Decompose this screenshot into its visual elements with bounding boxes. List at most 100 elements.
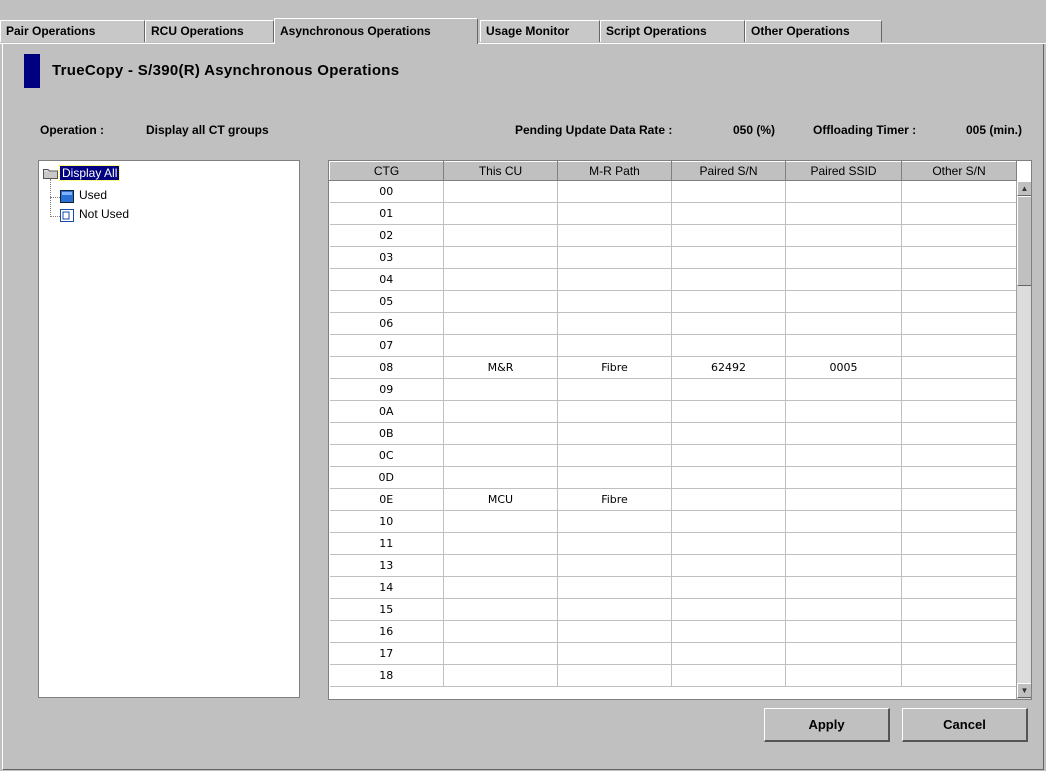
table-cell: M&R (443, 356, 558, 379)
table-cell: 14 (329, 576, 444, 599)
table-cell: 62492 (671, 356, 786, 379)
table-row[interactable]: 02 (329, 224, 1017, 247)
table-row[interactable]: 03 (329, 246, 1017, 269)
used-group-icon (60, 190, 74, 203)
table-cell (671, 400, 786, 423)
table-row[interactable]: 14 (329, 576, 1017, 599)
scrollbar-thumb[interactable] (1017, 196, 1031, 286)
table-row[interactable]: 08 M&R Fibre 62492 0005 (329, 356, 1017, 379)
table-cell (671, 576, 786, 599)
table-cell (785, 180, 902, 203)
table-cell (785, 312, 902, 335)
table-cell: 00 (329, 180, 444, 203)
tree-node-used[interactable]: Used (79, 187, 107, 203)
table-row[interactable]: 05 (329, 290, 1017, 313)
column-header[interactable]: Other S/N (901, 161, 1017, 181)
table-cell: 10 (329, 510, 444, 533)
table-cell (443, 224, 558, 247)
folder-icon (43, 169, 58, 179)
column-header[interactable]: M-R Path (557, 161, 672, 181)
tree-line (50, 216, 60, 217)
table-row[interactable]: 16 (329, 620, 1017, 643)
tab-script-operations[interactable]: Script Operations (600, 20, 745, 42)
column-header[interactable]: CTG (329, 161, 444, 181)
table-cell (785, 202, 902, 225)
table-row[interactable]: 15 (329, 598, 1017, 621)
table-row[interactable]: 17 (329, 642, 1017, 665)
table-cell (901, 334, 1017, 357)
table-cell: 02 (329, 224, 444, 247)
pending-rate-value: 050 (%) (733, 123, 776, 137)
table-cell: 16 (329, 620, 444, 643)
table-cell (443, 312, 558, 335)
table-row[interactable]: 0C (329, 444, 1017, 467)
table-cell (557, 268, 672, 291)
table-row[interactable]: 0E MCU Fibre (329, 488, 1017, 511)
table-cell: Fibre (557, 356, 672, 379)
table-cell (671, 620, 786, 643)
cancel-button[interactable]: Cancel (902, 708, 1028, 742)
tree-node-display-all[interactable]: Display All (58, 165, 121, 181)
table-cell (443, 334, 558, 357)
table-cell (443, 510, 558, 533)
table-cell: 11 (329, 532, 444, 555)
table-row[interactable]: 07 (329, 334, 1017, 357)
scroll-down-arrow-icon[interactable]: ▼ (1017, 683, 1031, 698)
ct-group-tree[interactable]: Display All Used Not Used (38, 160, 300, 698)
tab-asynchronous-operations[interactable]: Asynchronous Operations (274, 18, 478, 44)
table-cell (901, 598, 1017, 621)
table-row[interactable]: 0A (329, 400, 1017, 423)
table-row[interactable]: 13 (329, 554, 1017, 577)
offloading-timer-label: Offloading Timer : (813, 123, 917, 137)
table-row[interactable]: 0D (329, 466, 1017, 489)
table-row[interactable]: 06 (329, 312, 1017, 335)
table-row[interactable]: 01 (329, 202, 1017, 225)
table-cell (785, 378, 902, 401)
table-row[interactable]: 0B (329, 422, 1017, 445)
table-cell (901, 422, 1017, 445)
table-cell: 0C (329, 444, 444, 467)
table-cell (785, 290, 902, 313)
table-row[interactable]: 09 (329, 378, 1017, 401)
table-cell (901, 466, 1017, 489)
table-row[interactable]: 00 (329, 180, 1017, 203)
table-cell (901, 488, 1017, 511)
column-header[interactable]: This CU (443, 161, 558, 181)
table-row[interactable]: 11 (329, 532, 1017, 555)
table-cell (901, 532, 1017, 555)
table-row[interactable]: 18 (329, 664, 1017, 687)
apply-button[interactable]: Apply (764, 708, 890, 742)
table-cell (901, 378, 1017, 401)
ct-group-table[interactable]: CTG This CU M-R Path Paired S/N Paired SSID O… (328, 160, 1032, 700)
table-cell (671, 444, 786, 467)
table-cell (671, 334, 786, 357)
tab-rcu-operations[interactable]: RCU Operations (145, 20, 274, 42)
table-cell: 03 (329, 246, 444, 269)
table-cell (901, 224, 1017, 247)
table-cell (443, 180, 558, 203)
table-cell (785, 510, 902, 533)
page-title: TrueCopy - S/390(R) Asynchronous Operati… (52, 62, 400, 79)
table-vertical-scrollbar[interactable]: ▲ ▼ (1016, 181, 1031, 699)
table-cell (443, 444, 558, 467)
tab-other-operations[interactable]: Other Operations (745, 20, 882, 42)
table-row[interactable]: 10 (329, 510, 1017, 533)
tree-node-not-used[interactable]: Not Used (79, 206, 129, 222)
table-cell (443, 642, 558, 665)
table-cell: 08 (329, 356, 444, 379)
table-cell: 18 (329, 664, 444, 687)
tab-pair-operations[interactable]: Pair Operations (0, 20, 145, 42)
title-marker (24, 54, 40, 88)
column-header[interactable]: Paired S/N (671, 161, 786, 181)
table-row[interactable]: 04 (329, 268, 1017, 291)
table-cell (443, 466, 558, 489)
table-cell: 07 (329, 334, 444, 357)
table-cell (671, 312, 786, 335)
table-cell: 0A (329, 400, 444, 423)
table-cell (557, 180, 672, 203)
table-cell (901, 510, 1017, 533)
column-header[interactable]: Paired SSID (785, 161, 902, 181)
table-cell (785, 532, 902, 555)
scroll-up-arrow-icon[interactable]: ▲ (1017, 181, 1031, 196)
tab-usage-monitor[interactable]: Usage Monitor (480, 20, 600, 42)
